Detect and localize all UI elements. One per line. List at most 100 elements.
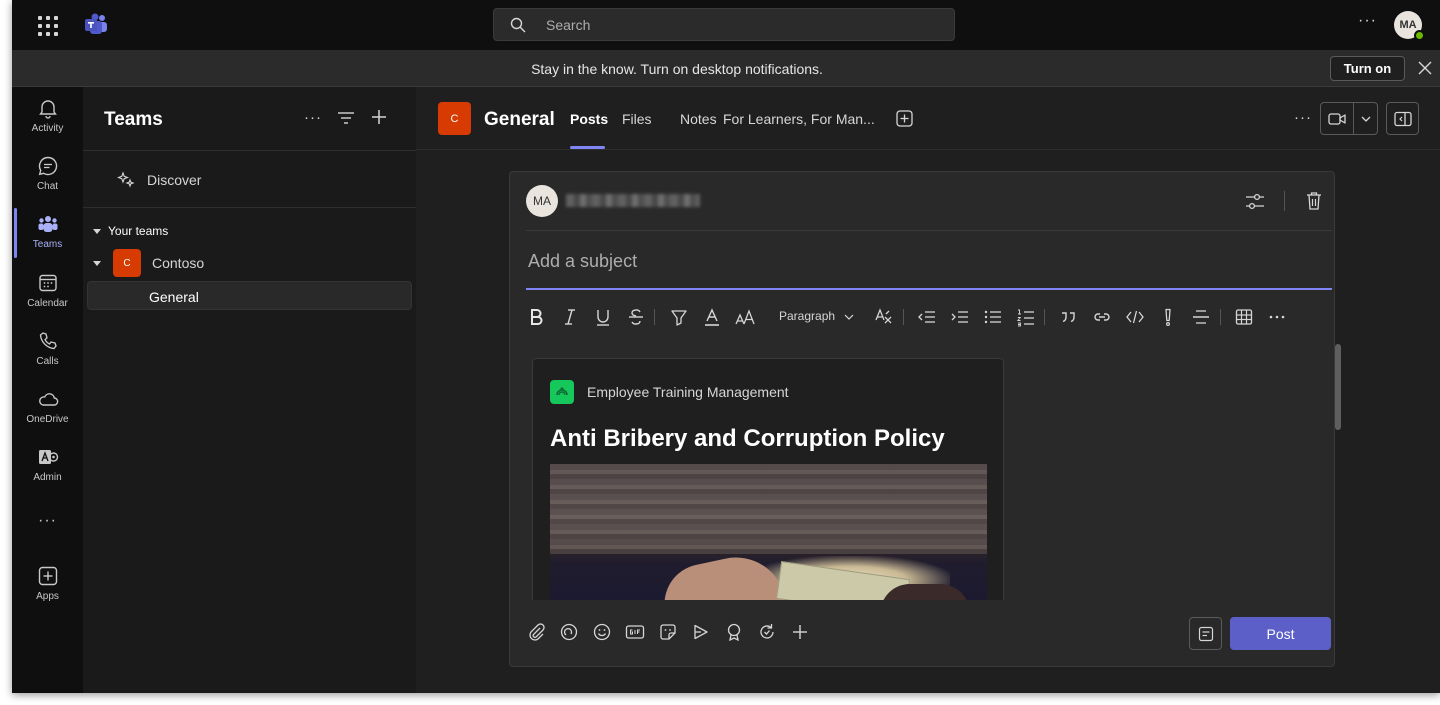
italic-icon[interactable] bbox=[560, 307, 580, 327]
rail-more-apps-button[interactable]: ··· bbox=[12, 512, 83, 530]
sticker-icon[interactable] bbox=[658, 622, 678, 642]
add-tab-icon[interactable] bbox=[896, 110, 913, 127]
emoji-icon[interactable] bbox=[592, 622, 612, 642]
search-placeholder: Search bbox=[546, 17, 591, 33]
add-icon[interactable] bbox=[790, 622, 810, 642]
notification-banner: Stay in the know. Turn on desktop notifi… bbox=[12, 50, 1440, 87]
settings-sliders-icon[interactable] bbox=[1245, 193, 1265, 211]
card-title: Anti Bribery and Corruption Policy bbox=[550, 425, 945, 452]
channel-item-general[interactable]: General bbox=[87, 281, 412, 310]
close-icon[interactable] bbox=[1416, 59, 1434, 77]
rail-item-apps[interactable]: Apps bbox=[12, 561, 83, 613]
tab-for-learners[interactable]: For Learners, For Man... bbox=[723, 111, 875, 127]
numbered-list-icon[interactable] bbox=[1016, 307, 1036, 327]
search-box[interactable]: Search bbox=[493, 8, 955, 41]
bulleted-list-icon[interactable] bbox=[983, 307, 1003, 327]
team-item-contoso[interactable]: C Contoso bbox=[93, 249, 204, 277]
adaptive-card[interactable]: Employee Training Management Anti Briber… bbox=[532, 358, 1004, 600]
rail-item-calendar[interactable]: Calendar bbox=[12, 268, 83, 320]
highlight-icon[interactable] bbox=[669, 307, 689, 327]
training-app-icon bbox=[556, 387, 568, 396]
clear-formatting-icon[interactable] bbox=[875, 307, 895, 327]
add-icon[interactable] bbox=[370, 108, 388, 126]
turn-on-notifications-button[interactable]: Turn on bbox=[1330, 56, 1405, 81]
user-avatar[interactable]: MA bbox=[1394, 11, 1425, 41]
rail-item-onedrive[interactable]: OneDrive bbox=[12, 384, 83, 436]
video-camera-icon bbox=[1328, 113, 1346, 125]
channel-more-button[interactable]: ··· bbox=[1294, 109, 1312, 126]
font-color-icon[interactable] bbox=[702, 307, 722, 327]
decrease-indent-icon[interactable] bbox=[917, 307, 937, 327]
important-icon[interactable] bbox=[1158, 307, 1178, 327]
presence-available-icon bbox=[1414, 30, 1425, 41]
notification-message: Stay in the know. Turn on desktop notifi… bbox=[531, 61, 823, 77]
tab-posts[interactable]: Posts bbox=[570, 111, 608, 127]
team-name: Contoso bbox=[152, 255, 205, 271]
strikethrough-icon[interactable] bbox=[626, 307, 646, 327]
title-bar: Search ··· MA bbox=[12, 0, 1440, 50]
loop-component-icon[interactable] bbox=[559, 622, 579, 642]
discover-label: Discover bbox=[147, 172, 202, 188]
discover-item[interactable]: Discover bbox=[117, 171, 201, 189]
chevron-down-icon bbox=[93, 260, 101, 266]
underline-icon[interactable] bbox=[593, 307, 613, 327]
divider bbox=[1284, 191, 1285, 211]
sparkle-icon bbox=[117, 171, 135, 188]
teams-logo-icon bbox=[85, 13, 107, 34]
subject-input[interactable]: Add a subject bbox=[528, 251, 637, 272]
post-button[interactable]: Post bbox=[1230, 617, 1331, 650]
team-avatar: C bbox=[113, 249, 141, 277]
divider bbox=[83, 150, 416, 151]
channel-main: C General Posts Files Notes For Learners… bbox=[416, 87, 1440, 693]
code-snippet-icon[interactable] bbox=[1125, 307, 1145, 327]
gif-icon[interactable] bbox=[625, 622, 645, 642]
more-options-icon[interactable] bbox=[1267, 307, 1287, 327]
compose-scrollbar[interactable] bbox=[1335, 344, 1341, 430]
rail-label: Chat bbox=[36, 181, 59, 192]
trash-icon[interactable] bbox=[1305, 191, 1323, 211]
settings-more-button[interactable]: ··· bbox=[1358, 12, 1377, 30]
compose-actions bbox=[526, 618, 826, 648]
panel-title: Teams bbox=[104, 109, 163, 130]
rail-item-admin[interactable]: Admin bbox=[12, 442, 83, 494]
updates-icon[interactable] bbox=[757, 622, 777, 642]
author-name-redacted bbox=[566, 194, 700, 207]
divider bbox=[903, 309, 904, 325]
praise-icon[interactable] bbox=[724, 622, 744, 642]
subject-focus-underline bbox=[526, 288, 1332, 290]
meet-button[interactable] bbox=[1320, 102, 1378, 135]
cloud-icon bbox=[38, 393, 58, 406]
author-avatar: MA bbox=[526, 185, 558, 217]
filter-icon[interactable] bbox=[337, 111, 355, 125]
horizontal-rule-icon[interactable] bbox=[1191, 307, 1211, 327]
side-panel-icon bbox=[1393, 111, 1412, 126]
table-icon[interactable] bbox=[1234, 307, 1254, 327]
teams-more-button[interactable]: ··· bbox=[304, 109, 322, 126]
rail-item-teams[interactable]: Teams bbox=[12, 209, 83, 261]
rail-label: Admin bbox=[33, 472, 62, 483]
app-launcher-icon[interactable] bbox=[36, 14, 58, 36]
rail-item-activity[interactable]: Activity bbox=[12, 93, 83, 145]
rail-item-calls[interactable]: Calls bbox=[12, 326, 83, 378]
format-toggle-button[interactable] bbox=[1189, 617, 1222, 650]
paragraph-style-dropdown[interactable]: Paragraph bbox=[779, 309, 835, 323]
quote-icon[interactable] bbox=[1059, 307, 1079, 327]
open-side-panel-button[interactable] bbox=[1386, 102, 1419, 135]
increase-indent-icon[interactable] bbox=[950, 307, 970, 327]
channel-name: General bbox=[149, 289, 199, 305]
teams-icon bbox=[38, 216, 57, 232]
divider bbox=[1220, 309, 1221, 325]
your-teams-section[interactable]: Your teams bbox=[93, 224, 168, 238]
teams-list-panel: Teams ··· Discover Your teams C Contoso … bbox=[83, 87, 416, 693]
attach-icon[interactable] bbox=[526, 622, 546, 642]
tab-notes[interactable]: Notes bbox=[680, 111, 717, 127]
card-app-name: Employee Training Management bbox=[587, 384, 789, 400]
schedule-meeting-icon[interactable] bbox=[691, 622, 711, 642]
tab-files[interactable]: Files bbox=[622, 111, 652, 127]
section-label: Your teams bbox=[108, 224, 169, 238]
rail-label: Teams bbox=[32, 239, 63, 250]
font-size-icon[interactable] bbox=[735, 307, 755, 327]
link-icon[interactable] bbox=[1092, 307, 1112, 327]
rail-item-chat[interactable]: Chat bbox=[12, 151, 83, 203]
bold-icon[interactable] bbox=[526, 307, 546, 327]
